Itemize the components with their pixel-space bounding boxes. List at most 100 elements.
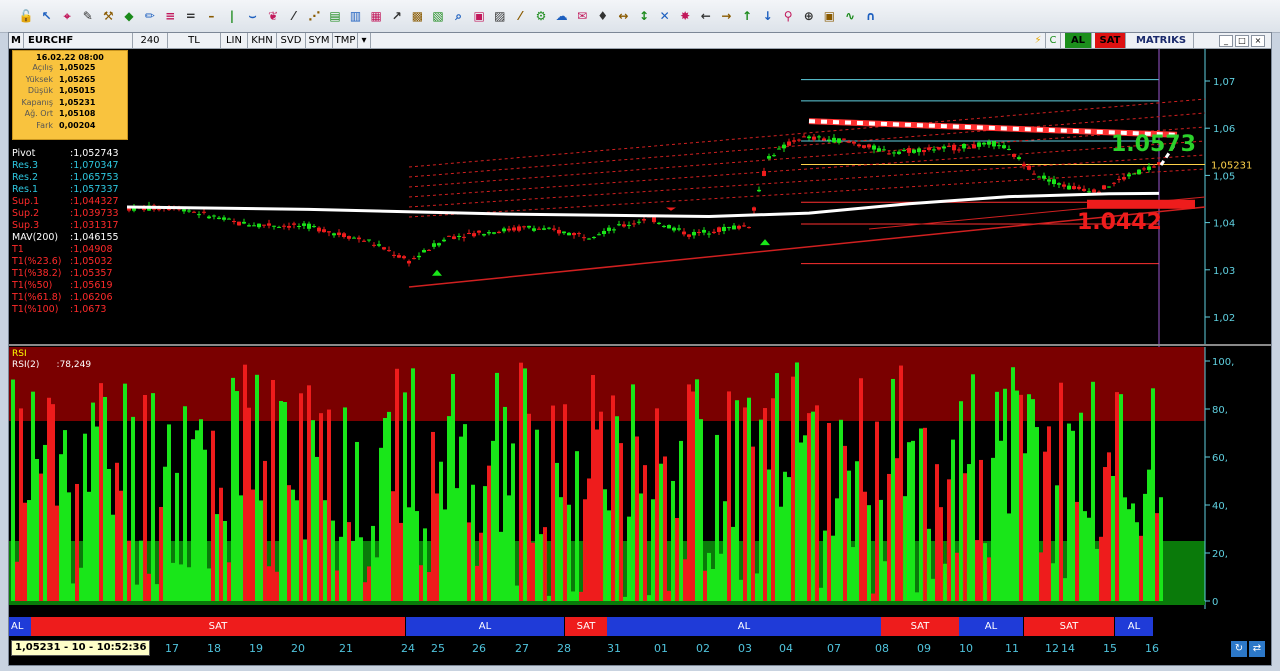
- sym-button[interactable]: SYM: [306, 33, 333, 48]
- bars-icon[interactable]: ▦: [368, 8, 384, 24]
- scale-button[interactable]: LIN: [221, 33, 248, 48]
- leaf-icon[interactable]: ❦: [265, 8, 281, 24]
- menu-m-button[interactable]: M: [9, 33, 24, 48]
- grid-icon[interactable]: ▩: [409, 8, 425, 24]
- candle-body: [442, 239, 446, 242]
- tmp-button[interactable]: TMP: [333, 33, 358, 48]
- zoom-icon[interactable]: ⌕: [451, 8, 467, 24]
- period-field[interactable]: 240: [133, 33, 168, 48]
- arrow-down-icon[interactable]: ↓: [760, 8, 776, 24]
- magnet-icon[interactable]: ∩: [863, 8, 879, 24]
- svd-button[interactable]: SVD: [277, 33, 306, 48]
- candle-body: [602, 230, 606, 234]
- rsi-bar: [135, 584, 139, 601]
- rsi-tick-label: 60,: [1212, 453, 1228, 464]
- candle-body: [822, 138, 826, 141]
- lightning-icon[interactable]: ⚡: [1031, 33, 1046, 48]
- candle-body: [1012, 153, 1016, 157]
- search-icon[interactable]: ⚲: [780, 8, 796, 24]
- signal-buy: AL: [1115, 617, 1153, 636]
- cursor-icon[interactable]: ↖: [39, 8, 55, 24]
- signal-buy: AL: [959, 617, 1023, 636]
- sync-icon[interactable]: ↻: [1231, 641, 1247, 657]
- dropdown-icon[interactable]: ▾: [358, 33, 371, 48]
- minus-icon[interactable]: –: [203, 8, 219, 24]
- candle-body: [272, 225, 276, 227]
- picture-icon[interactable]: ▣: [821, 8, 837, 24]
- lock-open-icon[interactable]: 🔓: [18, 8, 34, 24]
- maximize-button[interactable]: □: [1235, 35, 1249, 47]
- price-tick-label: 1,05: [1213, 171, 1235, 182]
- symbol-field[interactable]: EURCHF: [24, 33, 133, 48]
- candle-body: [517, 226, 521, 231]
- cloud-icon[interactable]: ☁: [554, 8, 570, 24]
- fan-icon[interactable]: ⋰: [306, 8, 322, 24]
- rsi-bar: [495, 372, 499, 601]
- signal-buy: AL: [607, 617, 881, 636]
- zoom-in-icon[interactable]: ⊕: [801, 8, 817, 24]
- candle-body: [412, 258, 416, 260]
- price-tick-label: 1,06: [1213, 124, 1235, 135]
- expand-horizontal-icon[interactable]: ↔: [615, 8, 631, 24]
- rsi-bar: [479, 532, 483, 601]
- candle-body: [697, 231, 701, 233]
- date-label: 27: [515, 642, 529, 655]
- pencil-icon[interactable]: ✏: [142, 8, 158, 24]
- buy-button[interactable]: AL: [1065, 33, 1092, 48]
- channel-icon[interactable]: ⌣: [245, 8, 261, 24]
- note-icon[interactable]: ✉: [574, 8, 590, 24]
- rsi-bar: [667, 590, 671, 601]
- equals-icon[interactable]: =: [183, 8, 199, 24]
- sell-button[interactable]: SAT: [1095, 33, 1126, 48]
- diagonal-icon[interactable]: ⁄: [512, 8, 528, 24]
- rsi-bar: [195, 430, 199, 601]
- expand-all-icon[interactable]: ✕: [657, 8, 673, 24]
- close-button[interactable]: ×: [1251, 35, 1265, 47]
- candle-body: [707, 233, 711, 235]
- price-chart[interactable]: 1,07 1,06 1,05 1,04 1,03 1,02 1,05231 1.0573 1.0…: [9, 49, 1271, 633]
- refresh-icon[interactable]: C: [1046, 33, 1061, 48]
- info-date: 16.02.22 08:00: [36, 53, 104, 62]
- gear-icon[interactable]: ⚙: [533, 8, 549, 24]
- box-icon[interactable]: ▣: [471, 8, 487, 24]
- expand-vertical-icon[interactable]: ↕: [636, 8, 652, 24]
- candle-body: [552, 228, 556, 230]
- chart-icon[interactable]: ▧: [430, 8, 446, 24]
- bar-icon[interactable]: ▥: [348, 8, 364, 24]
- arrow-up-icon[interactable]: ↑: [739, 8, 755, 24]
- trend-icon[interactable]: ⁄: [286, 8, 302, 24]
- candle-body: [447, 235, 451, 237]
- fib-icon[interactable]: ▤: [327, 8, 343, 24]
- rsi-bar: [987, 557, 991, 601]
- rsi-bar: [1003, 388, 1007, 601]
- wave-icon[interactable]: ∿: [842, 8, 858, 24]
- candle-body: [632, 223, 636, 225]
- candle-body: [607, 227, 611, 231]
- bell-icon[interactable]: ♦: [595, 8, 611, 24]
- navigate-icon[interactable]: ⇄: [1249, 641, 1265, 657]
- ruler-icon[interactable]: ◆: [121, 8, 137, 24]
- arrow-icon[interactable]: ↗: [389, 8, 405, 24]
- candle-body: [627, 224, 631, 226]
- crosshair-icon[interactable]: ⌖: [59, 8, 75, 24]
- khn-button[interactable]: KHN: [248, 33, 277, 48]
- arrow-left-icon[interactable]: ←: [698, 8, 714, 24]
- candle-body: [912, 149, 916, 153]
- rsi-bar: [1095, 548, 1099, 601]
- arrow-right-icon[interactable]: →: [718, 8, 734, 24]
- pen-icon[interactable]: ✎: [80, 8, 96, 24]
- minimize-button[interactable]: _: [1219, 35, 1233, 47]
- rsi-bar: [739, 579, 743, 601]
- currency-field[interactable]: TL: [168, 33, 221, 48]
- vertical-line-icon[interactable]: |: [224, 8, 240, 24]
- info-row: Ağ. Ort 1,05108: [13, 108, 127, 120]
- menu-icon[interactable]: ≡: [162, 8, 178, 24]
- rsi-bar: [1087, 517, 1091, 601]
- tools-icon[interactable]: ⚒: [100, 8, 116, 24]
- rsi-bar: [743, 407, 747, 601]
- rsi-bar: [1143, 493, 1147, 601]
- rsi-bar: [791, 376, 795, 601]
- candle-body: [927, 147, 931, 150]
- ruler2-icon[interactable]: ▨: [492, 8, 508, 24]
- star-icon[interactable]: ✸: [677, 8, 693, 24]
